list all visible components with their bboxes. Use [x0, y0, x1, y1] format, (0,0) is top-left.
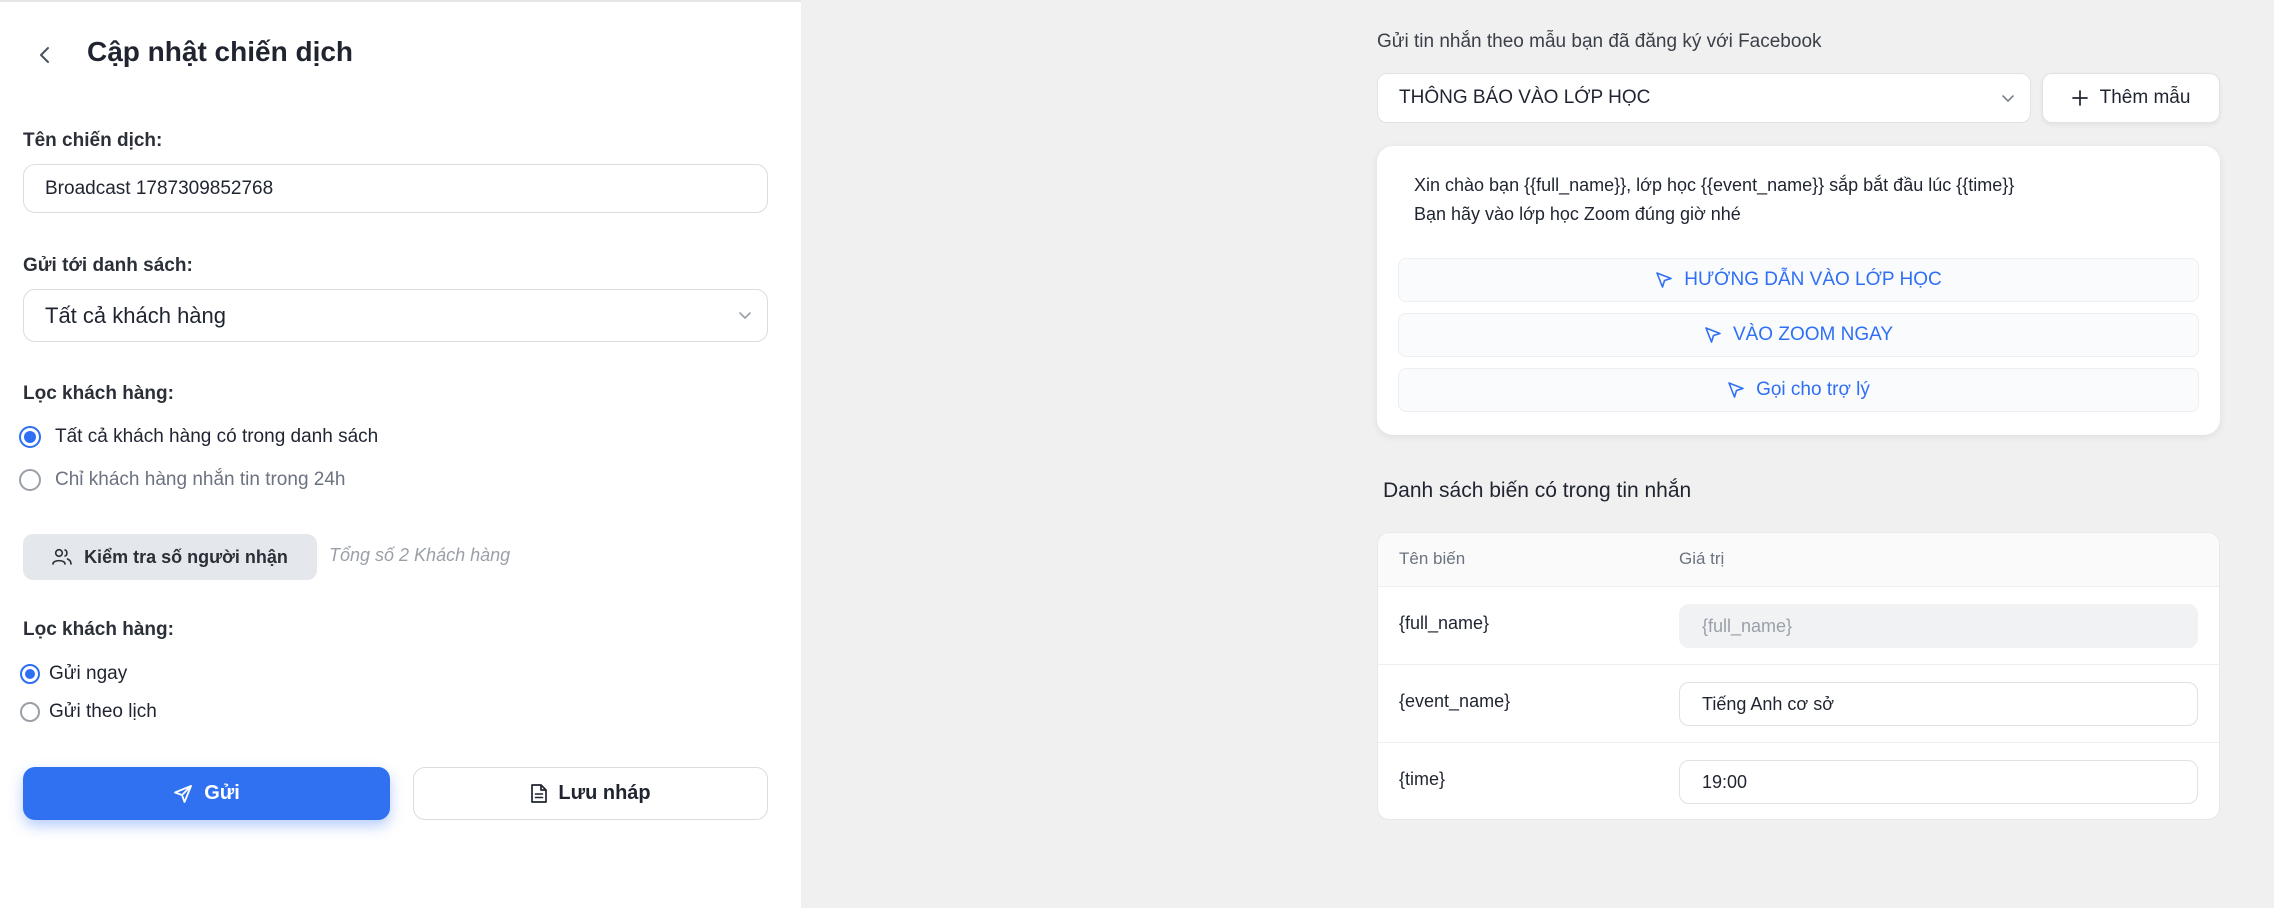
chevron-down-icon — [739, 312, 751, 319]
schedule-option-label: Gửi ngay — [49, 663, 128, 684]
table-header: Tên biến Giá trị — [1378, 533, 2219, 587]
variable-value: 19:00 — [1702, 771, 1748, 792]
schedule-label: Lọc khách hàng: — [23, 619, 174, 640]
schedule-option-later[interactable]: Gửi theo lịch — [20, 701, 157, 723]
schedule-option-now[interactable]: Gửi ngay — [20, 663, 127, 685]
variable-value: {full_name} — [1702, 615, 1793, 636]
variables-title: Danh sách biến có trong tin nhắn — [1383, 479, 1692, 502]
recipients-total: Tổng số 2 Khách hàng — [329, 545, 511, 565]
send-label: Gửi — [204, 782, 240, 804]
add-template-label: Thêm mẫu — [2099, 87, 2191, 108]
table-row: {event_name} Tiếng Anh cơ sở — [1378, 665, 2219, 743]
campaign-form-panel: Cập nhật chiến dịch Tên chiến dịch: Broa… — [0, 0, 801, 908]
column-header-name: Tên biến — [1399, 549, 1466, 568]
page-title: Cập nhật chiến dịch — [87, 36, 354, 67]
variable-value-input[interactable]: 19:00 — [1679, 760, 2198, 804]
back-button[interactable] — [30, 40, 60, 70]
document-icon — [531, 784, 548, 803]
variable-value-input[interactable]: Tiếng Anh cơ sở — [1679, 682, 2198, 726]
send-list-select[interactable]: Tất cả khách hàng — [23, 289, 768, 342]
template-select-value: THÔNG BÁO VÀO LỚP HỌC — [1399, 87, 1651, 108]
save-draft-button[interactable]: Lưu nháp — [413, 767, 768, 820]
filter-option-24h[interactable]: Chỉ khách hàng nhắn tin trong 24h — [19, 469, 346, 491]
radio-selected-icon — [19, 426, 41, 448]
send-button[interactable]: Gửi — [23, 767, 390, 820]
message-button-label: VÀO ZOOM NGAY — [1732, 324, 1894, 345]
message-preview-card: Xin chào bạn {{full_name}}, lớp học {{ev… — [1377, 146, 2220, 435]
message-button-label: HƯỚNG DẪN VÀO LỚP HỌC — [1684, 269, 1942, 290]
cursor-icon — [1728, 382, 1744, 398]
campaign-name-input[interactable]: Broadcast 1787309852768 — [23, 164, 768, 213]
cursor-icon — [1705, 327, 1721, 343]
send-icon — [174, 784, 193, 803]
schedule-option-label: Gửi theo lịch — [49, 701, 157, 722]
campaign-name-label: Tên chiến dịch: — [23, 130, 163, 151]
filter-option-all[interactable]: Tất cả khách hàng có trong danh sách — [19, 426, 378, 448]
send-list-label: Gửi tới danh sách: — [23, 255, 193, 276]
message-button-guide[interactable]: HƯỚNG DẪN VÀO LỚP HỌC — [1398, 258, 2199, 302]
message-button-zoom[interactable]: VÀO ZOOM NGAY — [1398, 313, 2199, 357]
column-header-value: Giá trị — [1679, 549, 1725, 568]
message-line: Bạn hãy vào lớp học Zoom đúng giờ nhé — [1414, 204, 1741, 224]
filter-option-label: Chỉ khách hàng nhắn tin trong 24h — [55, 469, 346, 490]
table-row: {full_name} {full_name} — [1378, 587, 2219, 665]
filter-option-label: Tất cả khách hàng có trong danh sách — [55, 426, 379, 447]
template-select[interactable]: THÔNG BÁO VÀO LỚP HỌC — [1377, 73, 2031, 123]
check-recipients-label: Kiểm tra số người nhận — [84, 546, 288, 567]
template-section-title: Gửi tin nhắn theo mẫu bạn đã đăng ký với… — [1377, 31, 1822, 52]
campaign-name-value: Broadcast 1787309852768 — [45, 177, 274, 199]
radio-selected-icon — [20, 664, 40, 684]
filter-label: Lọc khách hàng: — [23, 383, 174, 404]
send-list-value: Tất cả khách hàng — [45, 302, 227, 328]
variable-name: {event_name} — [1399, 691, 1511, 711]
radio-empty-icon — [20, 702, 40, 722]
chevron-left-icon — [40, 47, 49, 63]
message-line: Xin chào bạn {{full_name}}, lớp học {{ev… — [1414, 175, 2015, 195]
users-icon — [52, 548, 72, 565]
variable-value: Tiếng Anh cơ sở — [1702, 693, 1835, 714]
add-template-button[interactable]: Thêm mẫu — [2042, 73, 2220, 123]
variables-table: Tên biến Giá trị {full_name} {full_name}… — [1377, 532, 2220, 820]
save-draft-label: Lưu nháp — [558, 782, 651, 804]
check-recipients-button[interactable]: Kiểm tra số người nhận — [23, 534, 317, 580]
plus-icon — [2071, 90, 2088, 106]
variable-name: {full_name} — [1399, 613, 1490, 633]
chevron-down-icon — [2002, 95, 2014, 102]
message-button-call-assistant[interactable]: Gọi cho trợ lý — [1398, 368, 2199, 412]
cursor-icon — [1656, 272, 1673, 288]
table-row: {time} 19:00 — [1378, 743, 2219, 819]
message-button-label: Gọi cho trợ lý — [1756, 379, 1870, 400]
variable-name: {time} — [1399, 769, 1446, 789]
variable-value-input-disabled: {full_name} — [1679, 604, 2198, 648]
radio-empty-icon — [19, 469, 41, 491]
